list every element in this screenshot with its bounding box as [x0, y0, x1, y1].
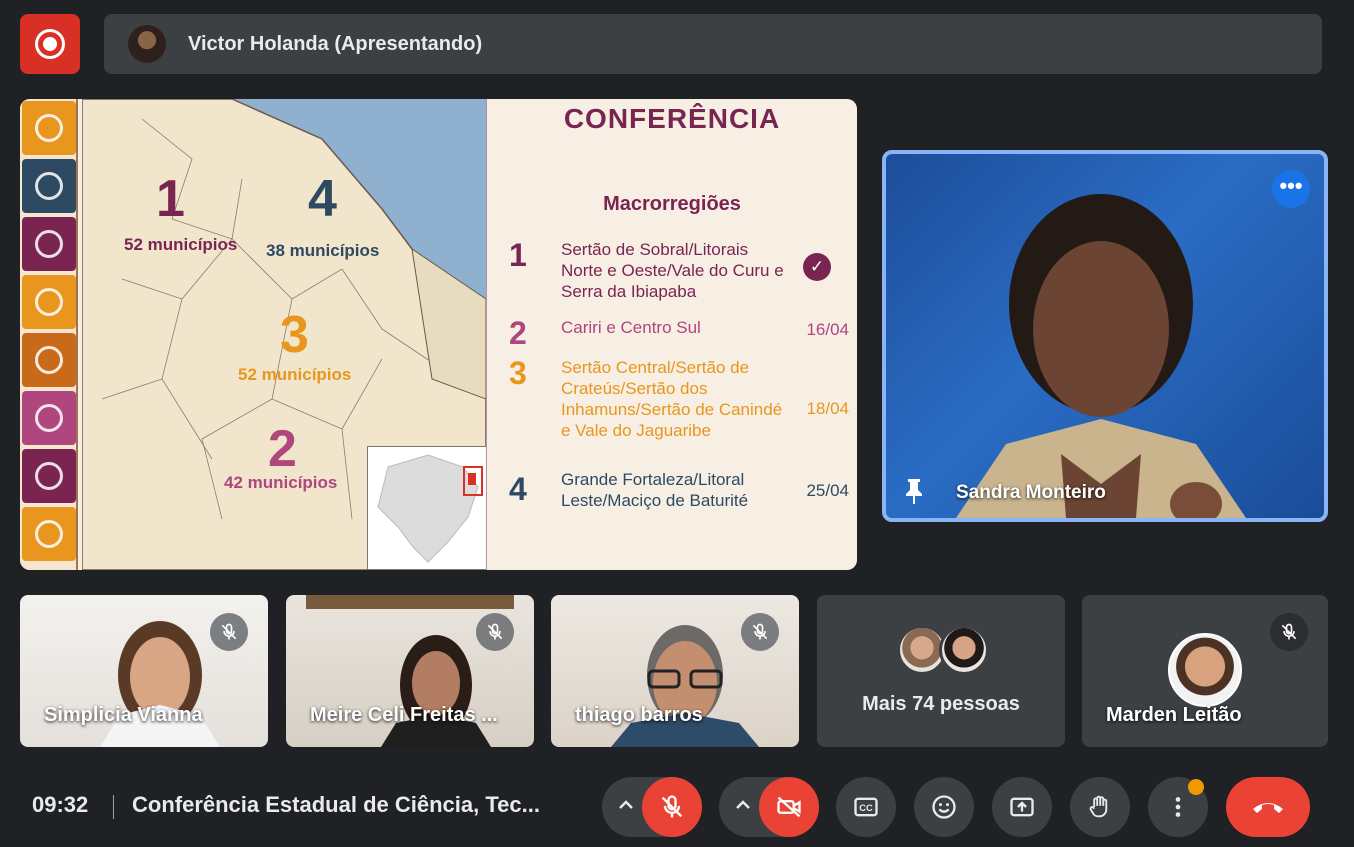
more-participants-avatars — [897, 625, 997, 677]
raise-hand-button[interactable] — [1070, 777, 1130, 837]
mic-off-icon — [741, 613, 779, 651]
presenter-avatar — [128, 25, 166, 63]
mic-off-icon — [210, 613, 248, 651]
more-options-icon — [1175, 797, 1181, 817]
camera-off-icon — [777, 796, 801, 818]
meeting-clock: 09:32 — [32, 792, 89, 817]
recording-button[interactable] — [20, 14, 80, 74]
participant-name: Marden Leitão — [1106, 704, 1242, 726]
water-drop-icon — [22, 275, 76, 329]
speaker-video — [956, 194, 1246, 518]
region-2-count: 42 municípios — [224, 473, 338, 492]
camera-control — [719, 777, 819, 837]
region-1-count: 52 municípios — [124, 235, 238, 254]
macroregion-date: 18/04 — [806, 399, 849, 418]
reactions-button[interactable] — [914, 777, 974, 837]
region-2-number: 2 — [268, 420, 297, 478]
macroregion-number: 1 — [509, 237, 527, 273]
region-4-count: 38 municípios — [266, 241, 380, 260]
avatar — [939, 625, 989, 675]
presenter-bar[interactable]: Victor Holanda (Apresentando) — [104, 14, 1322, 74]
captions-button[interactable]: CC — [836, 777, 896, 837]
avatar — [1168, 633, 1242, 707]
macroregion-date: 25/04 — [806, 481, 849, 500]
svg-text:CC: CC — [859, 803, 873, 813]
macroregion-number: 4 — [509, 471, 527, 507]
macroregion-name: Cariri e Centro Sul — [561, 318, 701, 337]
mic-toggle-button[interactable] — [642, 777, 702, 837]
present-icon — [1010, 797, 1034, 817]
macroregion-row: 2 Cariri e Centro Sul 16/04 — [509, 315, 849, 351]
participant-tile[interactable]: Marden Leitão — [1082, 595, 1328, 747]
slide-subtitle: Macrorregiões — [603, 193, 741, 215]
macroregion-name: Sertão Central/Sertão de Crateús/Sertão … — [561, 358, 783, 440]
macroregion-name: Sertão de Sobral/Litorais Norte e Oeste/… — [561, 240, 784, 301]
more-options-button[interactable] — [1148, 777, 1208, 837]
pin-icon[interactable] — [900, 476, 930, 506]
gear-plant-icon — [22, 101, 76, 155]
landscape-icon — [22, 217, 76, 271]
macroregion-row: 4 Grande Fortaleza/Litoral Leste/Maciço … — [509, 469, 849, 513]
plant-plug-icon — [22, 507, 76, 561]
brazil-inset-map — [367, 446, 486, 570]
camera-toggle-button[interactable] — [759, 777, 819, 837]
macroregion-row: 1 Sertão de Sobral/Litorais Norte e Oest… — [509, 239, 849, 305]
macroregion-row: 3 Sertão Central/Sertão de Crateús/Sertã… — [509, 357, 849, 463]
speaker-video-tile[interactable]: ••• Sandra Monteiro — [882, 150, 1328, 522]
leave-call-button[interactable] — [1226, 777, 1310, 837]
macroregion-name: Grande Fortaleza/Litoral Leste/Maciço de… — [561, 470, 749, 510]
region-1-number: 1 — [156, 170, 185, 228]
macroregion-number: 3 — [509, 355, 527, 391]
hang-up-icon — [1253, 803, 1283, 813]
region-4-number: 4 — [308, 170, 337, 228]
mic-off-icon — [1270, 613, 1308, 651]
microphone-control — [602, 777, 702, 837]
participant-name: Meire Celi Freitas ... — [310, 704, 498, 726]
participant-name: Simplicia Vianna — [44, 704, 203, 726]
participant-tile[interactable]: Meire Celi Freitas ... — [286, 595, 534, 747]
more-participants-label: Mais 74 pessoas — [862, 693, 1020, 715]
macroregion-date: 16/04 — [806, 320, 849, 339]
participant-tile[interactable]: thiago barros — [551, 595, 799, 747]
meeting-title[interactable]: Conferência Estadual de Ciência, Tec... — [132, 792, 540, 818]
chevron-up-icon[interactable] — [731, 795, 755, 819]
participant-tile[interactable]: Simplicia Vianna — [20, 595, 268, 747]
divider — [113, 795, 114, 819]
captions-icon: CC — [854, 797, 878, 817]
emoji-icon — [932, 795, 956, 819]
tile-more-options-button[interactable]: ••• — [1272, 170, 1310, 208]
gear-brain-icon — [22, 449, 76, 503]
recycle-bin-icon — [22, 333, 76, 387]
present-now-button[interactable] — [992, 777, 1052, 837]
meet-window: Victor Holanda (Apresentando) 1 52 munic… — [0, 0, 1354, 847]
slide-text-panel: CONFERÊNCIA Macrorregiões 1 Sertão de So… — [486, 99, 857, 570]
notification-dot — [1188, 779, 1204, 795]
mic-off-icon — [661, 795, 683, 818]
speaker-name: Sandra Monteiro — [956, 482, 1106, 503]
slide-title: CONFERÊNCIA — [563, 103, 781, 134]
presentation-slide[interactable]: 1 52 municípios 4 38 municípios 3 52 mun… — [20, 99, 857, 570]
ceara-map: 1 52 municípios 4 38 municípios 3 52 mun… — [82, 99, 486, 570]
house-icon — [22, 391, 76, 445]
more-participants-tile[interactable]: Mais 74 pessoas — [817, 595, 1065, 747]
presenter-name: Victor Holanda (Apresentando) — [188, 32, 483, 55]
record-icon — [35, 29, 65, 59]
region-3-count: 52 municípios — [238, 365, 352, 384]
flask-icon — [22, 159, 76, 213]
chevron-up-icon[interactable] — [614, 795, 638, 819]
region-3-number: 3 — [280, 306, 309, 364]
check-icon: ✓ — [803, 253, 831, 281]
raise-hand-icon — [1089, 795, 1108, 818]
slide-icon-strip — [20, 99, 78, 570]
macroregion-number: 2 — [509, 315, 527, 351]
participant-name: thiago barros — [575, 704, 703, 726]
mic-off-icon — [476, 613, 514, 651]
